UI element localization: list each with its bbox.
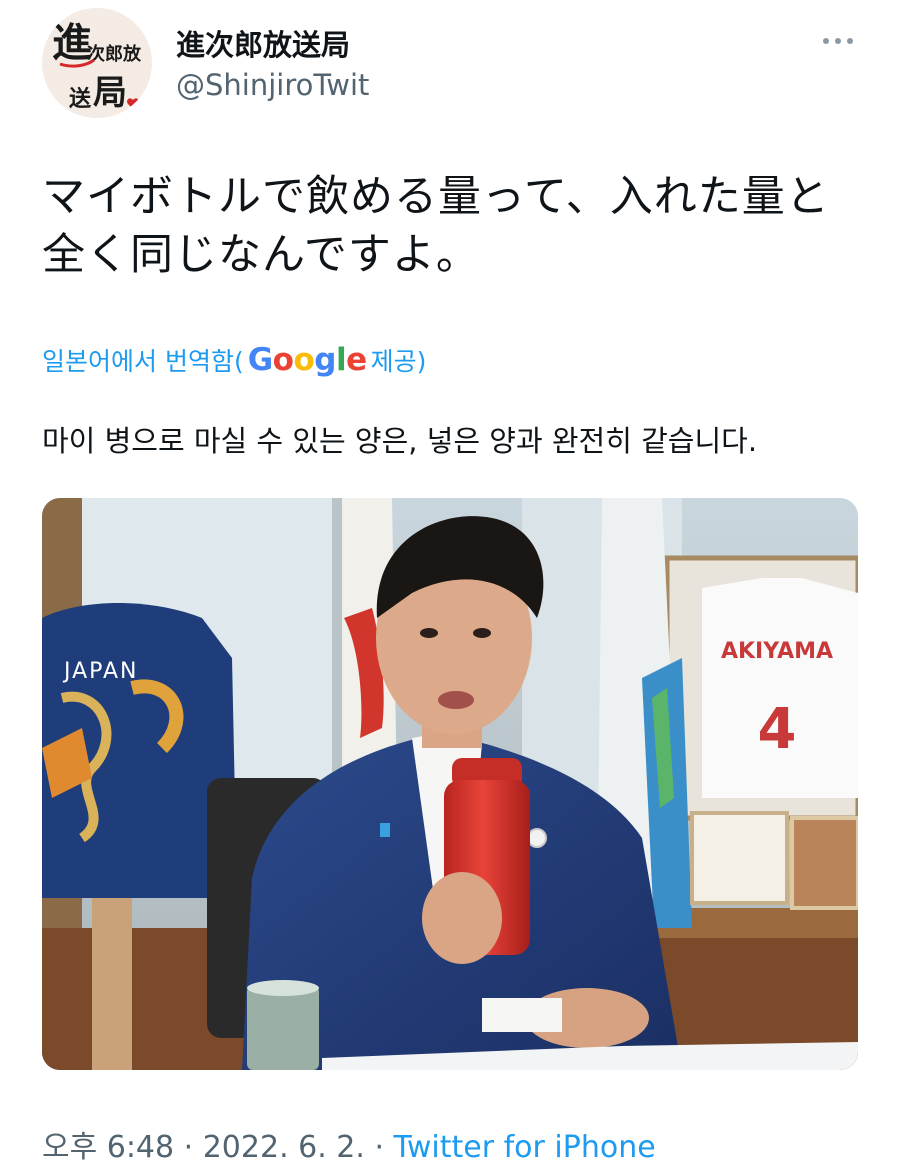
jacket-text: JAPAN: [62, 659, 139, 684]
tweet-photo[interactable]: JAPAN AKIYAMA 4: [42, 498, 858, 1070]
display-name[interactable]: 進次郎放送局: [176, 22, 350, 64]
google-logo: Google: [247, 342, 367, 378]
svg-text:次郎放: 次郎放: [87, 43, 142, 65]
tweet-source-link[interactable]: Twitter for iPhone: [394, 1130, 656, 1165]
tweet-text: マイボトルで飲める量って、入れた量と 全く同じなんですよ。: [42, 168, 862, 284]
avatar-logo: 進 次郎放 送 局: [42, 8, 152, 118]
tweet-metadata: 오후 6:48 · 2022. 6. 2. · Twitter for iPho…: [42, 1122, 656, 1166]
more-horizontal-icon: [823, 38, 853, 44]
tweet-time[interactable]: 오후 6:48: [42, 1130, 174, 1165]
translation-prefix: 일본어에서 번역함(: [42, 347, 244, 376]
avatar[interactable]: 進 次郎放 送 局: [42, 8, 152, 118]
jersey-name: AKIYAMA: [721, 639, 833, 664]
more-options-button[interactable]: [818, 26, 858, 56]
svg-text:送: 送: [69, 86, 91, 112]
svg-text:進: 進: [52, 19, 92, 66]
tweet-text-line: マイボトルで飲める量って、入れた量と: [42, 172, 830, 222]
jersey-number: 4: [758, 697, 797, 762]
tweet-date[interactable]: 2022. 6. 2.: [203, 1130, 365, 1165]
translation-attribution-link[interactable]: 일본어에서 번역함( Google 제공): [42, 342, 426, 378]
user-handle[interactable]: @ShinjiroTwit: [176, 68, 369, 102]
photo-illustration: JAPAN AKIYAMA 4: [42, 498, 858, 1070]
svg-text:局: 局: [93, 73, 127, 113]
translation-suffix: 제공): [370, 347, 427, 376]
meta-separator: ·: [364, 1130, 394, 1165]
translated-text: 마이 병으로 마실 수 있는 양은, 넣은 양과 완전히 같습니다.: [42, 424, 758, 458]
meta-separator: ·: [174, 1130, 203, 1165]
tweet-text-line: 全く同じなんですよ。: [42, 230, 480, 280]
